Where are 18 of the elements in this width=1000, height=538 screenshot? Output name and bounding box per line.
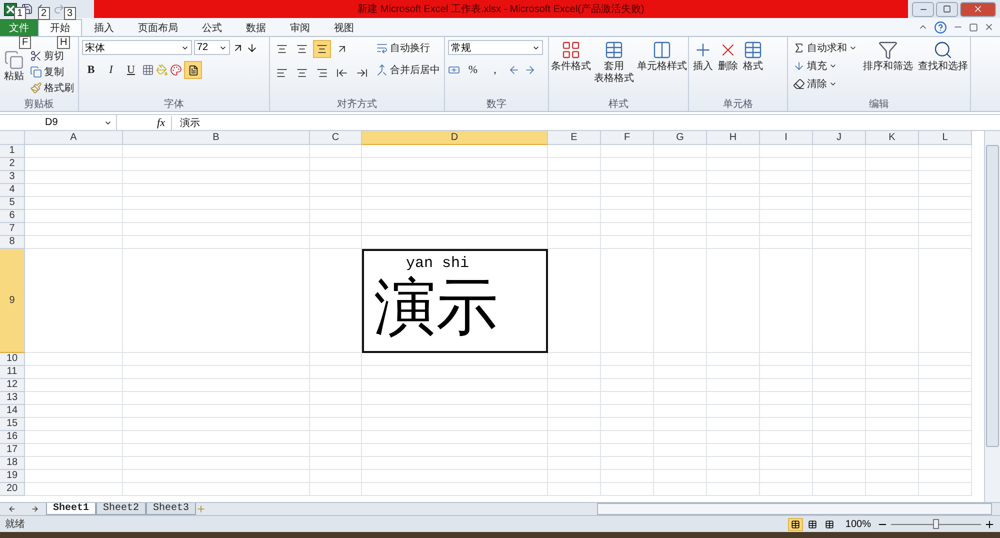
- cell-value: 演示: [374, 272, 499, 342]
- group-label: 单元格: [722, 98, 754, 111]
- key-tip-tooltip: F: [19, 36, 32, 49]
- group-label: 数字: [486, 98, 508, 111]
- group-label: 字体: [163, 98, 185, 111]
- key-tip-tooltip: H: [57, 36, 70, 49]
- key-tip-tooltip: 1: [14, 7, 26, 20]
- status-text: 就绪: [5, 518, 25, 531]
- group-label: 剪贴板: [23, 98, 55, 111]
- group-label: 样式: [608, 98, 630, 111]
- formula-value: 演示: [179, 116, 200, 130]
- key-tip-tooltip: 3: [64, 7, 76, 20]
- group-label: 编辑: [868, 98, 890, 111]
- key-tip-tooltip: 2: [38, 7, 50, 20]
- window-title: 新建 Microsoft Excel 工作表.xlsx - Microsoft Excel(产品激活失败): [358, 2, 644, 16]
- zoom-level: 100%: [845, 518, 871, 530]
- phonetic-text: yan shi: [406, 255, 470, 272]
- group-label: 对齐方式: [336, 98, 378, 111]
